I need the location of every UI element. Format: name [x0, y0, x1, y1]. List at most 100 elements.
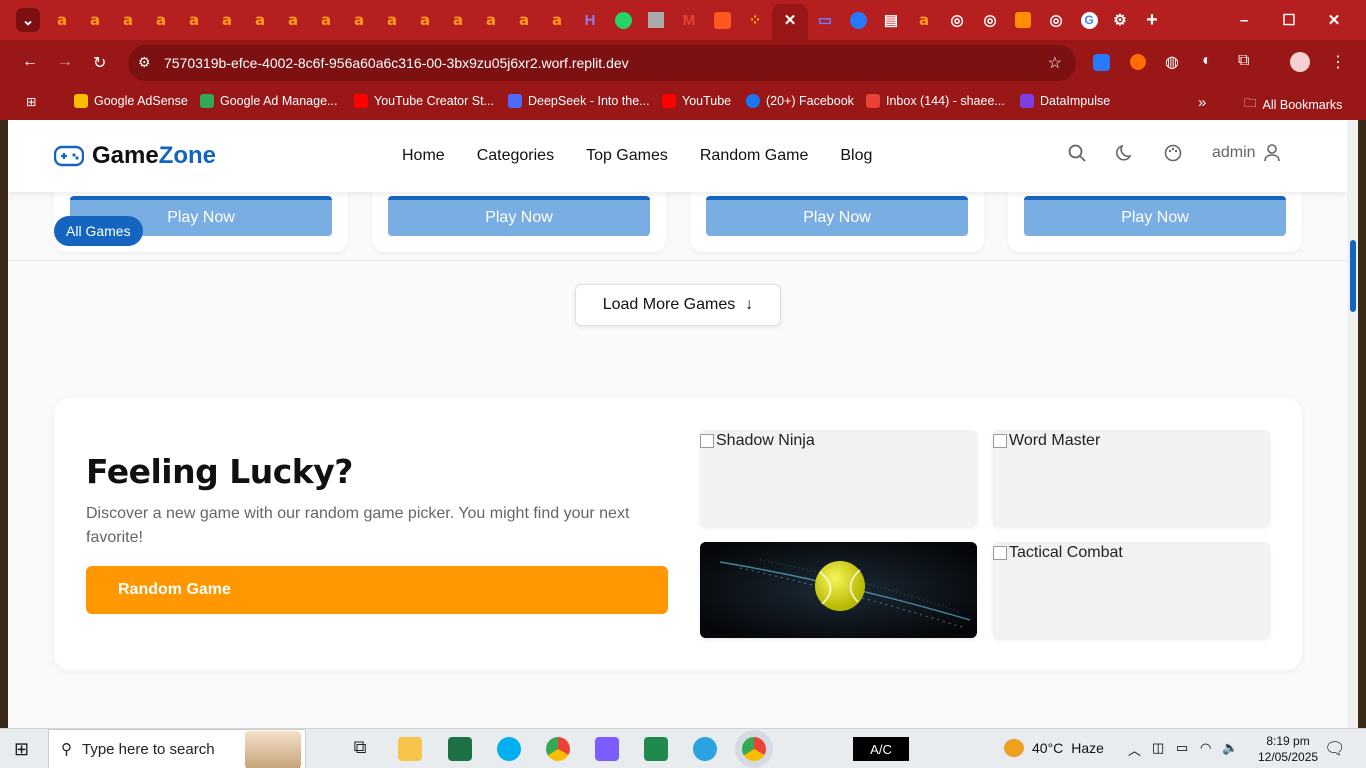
tab-favicon-icon[interactable] [710, 8, 734, 32]
minimize-icon[interactable]: – [1232, 8, 1256, 32]
close-tab-icon[interactable]: ✕ [778, 8, 802, 32]
bookmark-star-icon[interactable]: ☆ [1048, 53, 1062, 73]
telegram-icon[interactable] [693, 737, 717, 761]
tab-favicon-icon[interactable]: a [248, 8, 272, 32]
chevron-up-icon[interactable]: ︿ [1128, 740, 1141, 759]
taskbar-search[interactable]: ⚲ Type here to search [48, 729, 306, 768]
tab-favicon-icon[interactable]: a [83, 8, 107, 32]
extension-icon[interactable] [1093, 54, 1110, 71]
all-games-badge[interactable]: All Games [54, 216, 143, 246]
tennis-ball-thumbnail[interactable] [700, 542, 977, 638]
gmail-tab-icon[interactable]: M [677, 8, 701, 32]
bookmark-item[interactable]: DataImpulse [1020, 94, 1110, 108]
palette-icon[interactable] [1164, 144, 1182, 162]
moon-icon[interactable] [1116, 144, 1134, 162]
random-game-button[interactable]: Random Game [86, 566, 668, 614]
tab-favicon-icon[interactable]: ▭ [813, 8, 837, 32]
skype-icon[interactable] [497, 737, 521, 761]
tab-favicon-icon[interactable]: a [314, 8, 338, 32]
ac-indicator[interactable]: A/C [853, 737, 909, 761]
tab-favicon-icon[interactable]: a [281, 8, 305, 32]
address-bar[interactable]: ⚙ 7570319b-efce-4002-8c6f-956a60a6c316-0… [128, 45, 1076, 81]
proton-vpn-icon[interactable] [595, 737, 619, 761]
maximize-icon[interactable]: ☐ [1277, 8, 1301, 32]
extension-icon[interactable]: ◐ [1202, 52, 1212, 70]
file-explorer-icon[interactable] [398, 737, 422, 761]
task-view-icon[interactable]: ⧉ [348, 737, 372, 761]
game-thumbnail[interactable]: Shadow Ninja [700, 430, 977, 526]
tab-favicon-icon[interactable]: a [479, 8, 503, 32]
whatsapp-tab-icon[interactable] [611, 8, 635, 32]
tab-favicon-icon[interactable]: a [446, 8, 470, 32]
chrome-tab-icon[interactable]: ◎ [1044, 8, 1068, 32]
scrollbar-thumb[interactable] [1350, 240, 1356, 312]
nav-top-games[interactable]: Top Games [586, 147, 668, 165]
play-now-button[interactable]: Play Now [1024, 196, 1286, 236]
site-info-icon[interactable]: ⚙ [138, 54, 151, 71]
all-bookmarks[interactable]: 🗀 All Bookmarks [1244, 94, 1342, 115]
chrome-icon[interactable] [546, 737, 570, 761]
bookmark-item[interactable]: DeepSeek - Into the... [508, 94, 650, 108]
reload-icon[interactable]: ↻ [93, 53, 106, 73]
menu-kebab-icon[interactable]: ⋮ [1330, 52, 1346, 72]
extension-icon[interactable] [1130, 54, 1146, 70]
chrome-tab-icon[interactable]: ◎ [978, 8, 1002, 32]
bookmark-item[interactable]: (20+) Facebook [746, 94, 854, 108]
game-thumbnail[interactable]: Tactical Combat [993, 542, 1270, 638]
weather-widget[interactable]: 40°C Haze [1004, 739, 1104, 757]
load-more-button[interactable]: Load More Games ↓ [575, 284, 781, 326]
windows-start-icon[interactable]: ⊞ [14, 739, 29, 760]
tab-favicon-icon[interactable]: a [116, 8, 140, 32]
bookmark-item[interactable]: Inbox (144) - shaee... [866, 94, 1005, 108]
tab-search-chevron-icon[interactable]: ⌄ [16, 8, 40, 32]
meet-now-icon[interactable]: ◫ [1152, 740, 1164, 756]
play-now-button[interactable]: Play Now [388, 196, 650, 236]
bookmark-item[interactable]: YouTube [662, 94, 731, 108]
tab-favicon-icon[interactable]: a [545, 8, 569, 32]
system-clock[interactable]: 8:19 pm 12/05/2025 [1258, 733, 1318, 765]
tab-favicon-icon[interactable]: ▤ [879, 8, 903, 32]
site-logo[interactable]: GameZone [54, 142, 216, 170]
scrollbar[interactable] [1347, 120, 1358, 728]
chrome-active-icon[interactable] [742, 737, 766, 761]
cookie-extension-icon[interactable]: ◍ [1165, 52, 1179, 72]
tab-favicon-icon[interactable]: a [149, 8, 173, 32]
tab-favicon-icon[interactable]: ⁘ [743, 8, 767, 32]
profile-avatar[interactable] [1290, 52, 1310, 72]
nav-home[interactable]: Home [402, 147, 445, 165]
bookmark-item[interactable]: YouTube Creator St... [354, 94, 494, 108]
nav-blog[interactable]: Blog [840, 147, 872, 165]
nav-categories[interactable]: Categories [477, 147, 554, 165]
battery-icon[interactable]: ▭ [1176, 740, 1188, 756]
tab-favicon-icon[interactable]: a [50, 8, 74, 32]
play-now-button[interactable]: Play Now [706, 196, 968, 236]
back-icon[interactable]: ← [22, 53, 38, 71]
tab-favicon-icon[interactable]: a [182, 8, 206, 32]
blogger-tab-icon[interactable] [1011, 8, 1035, 32]
tab-favicon-icon[interactable]: a [413, 8, 437, 32]
user-menu[interactable]: admin [1212, 144, 1280, 162]
tab-favicon-icon[interactable]: a [380, 8, 404, 32]
chrome-tab-icon[interactable]: ◎ [945, 8, 969, 32]
excel-icon[interactable] [448, 737, 472, 761]
tab-favicon-icon[interactable]: H [578, 8, 602, 32]
notifications-icon[interactable]: 🗨 [1324, 739, 1346, 759]
tab-favicon-icon[interactable]: a [347, 8, 371, 32]
bookmarks-overflow-icon[interactable]: » [1198, 94, 1206, 111]
tab-favicon-icon[interactable] [644, 8, 668, 32]
search-icon[interactable] [1068, 144, 1086, 162]
settings-tab-icon[interactable]: ⚙ [1108, 8, 1132, 32]
tab-favicon-icon[interactable]: a [512, 8, 536, 32]
tab-favicon-icon[interactable] [846, 8, 870, 32]
app-icon[interactable] [644, 737, 668, 761]
tab-favicon-icon[interactable]: a [912, 8, 936, 32]
volume-icon[interactable]: 🔈 [1222, 740, 1238, 756]
close-window-icon[interactable]: ✕ [1322, 8, 1346, 32]
wifi-icon[interactable]: ◠ [1200, 740, 1211, 756]
bookmark-item[interactable]: Google Ad Manage... [200, 94, 337, 108]
new-tab-icon[interactable]: + [1140, 8, 1164, 32]
extensions-puzzle-icon[interactable]: ⧉ [1238, 52, 1249, 70]
tab-favicon-icon[interactable]: a [215, 8, 239, 32]
apps-grid-icon[interactable]: ⊞ [26, 94, 36, 109]
nav-random-game[interactable]: Random Game [700, 147, 809, 165]
